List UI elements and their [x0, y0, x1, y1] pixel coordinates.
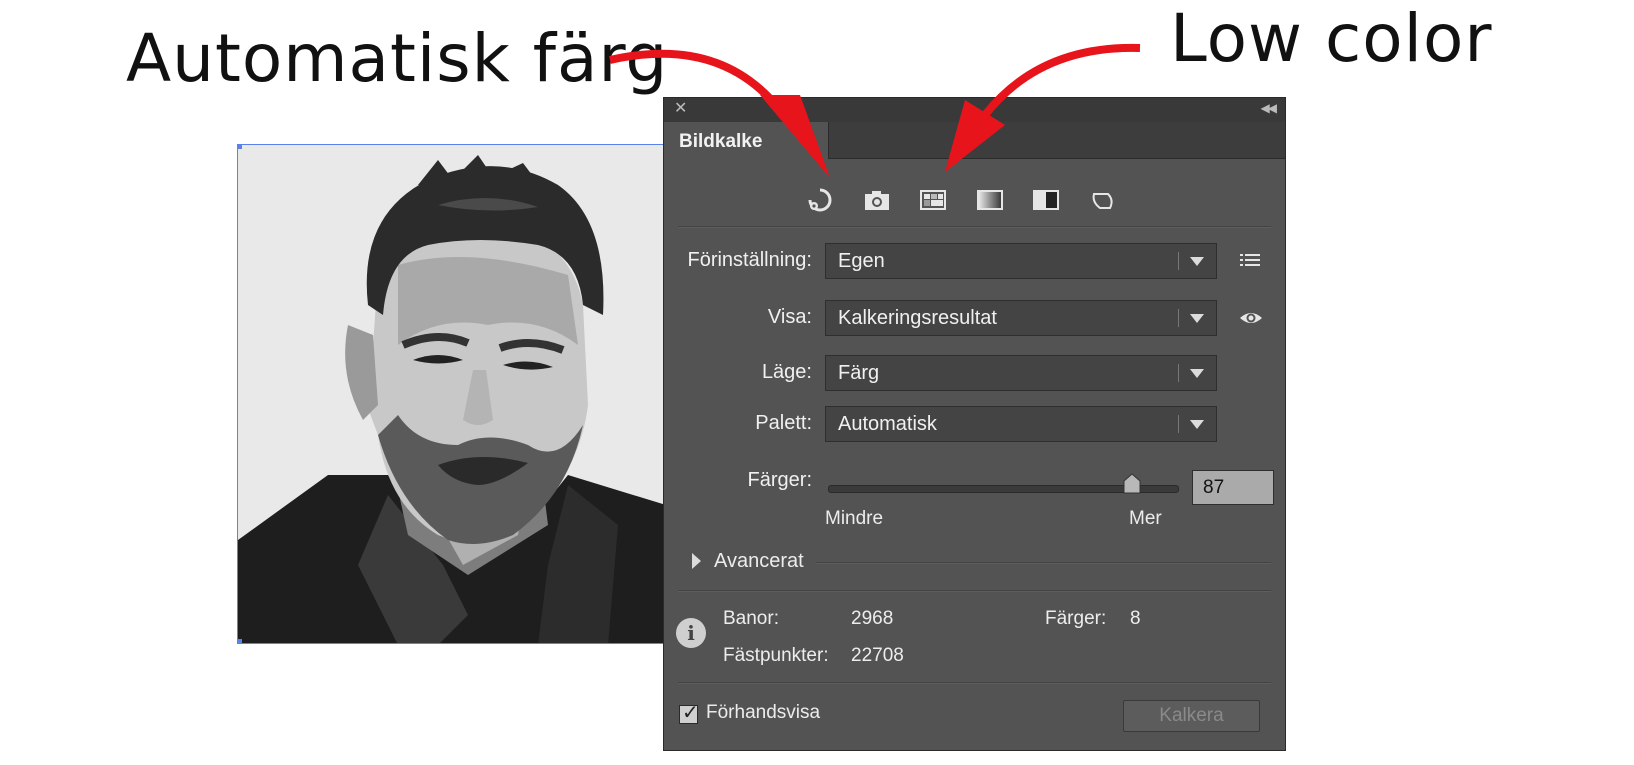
arrowhead-icon: [945, 100, 1005, 172]
annotation-arrows: [609, 43, 1141, 178]
arrowhead-icon: [760, 95, 830, 178]
arrow-to-auto-color: [609, 49, 784, 113]
arrow-to-low-color: [981, 43, 1141, 118]
